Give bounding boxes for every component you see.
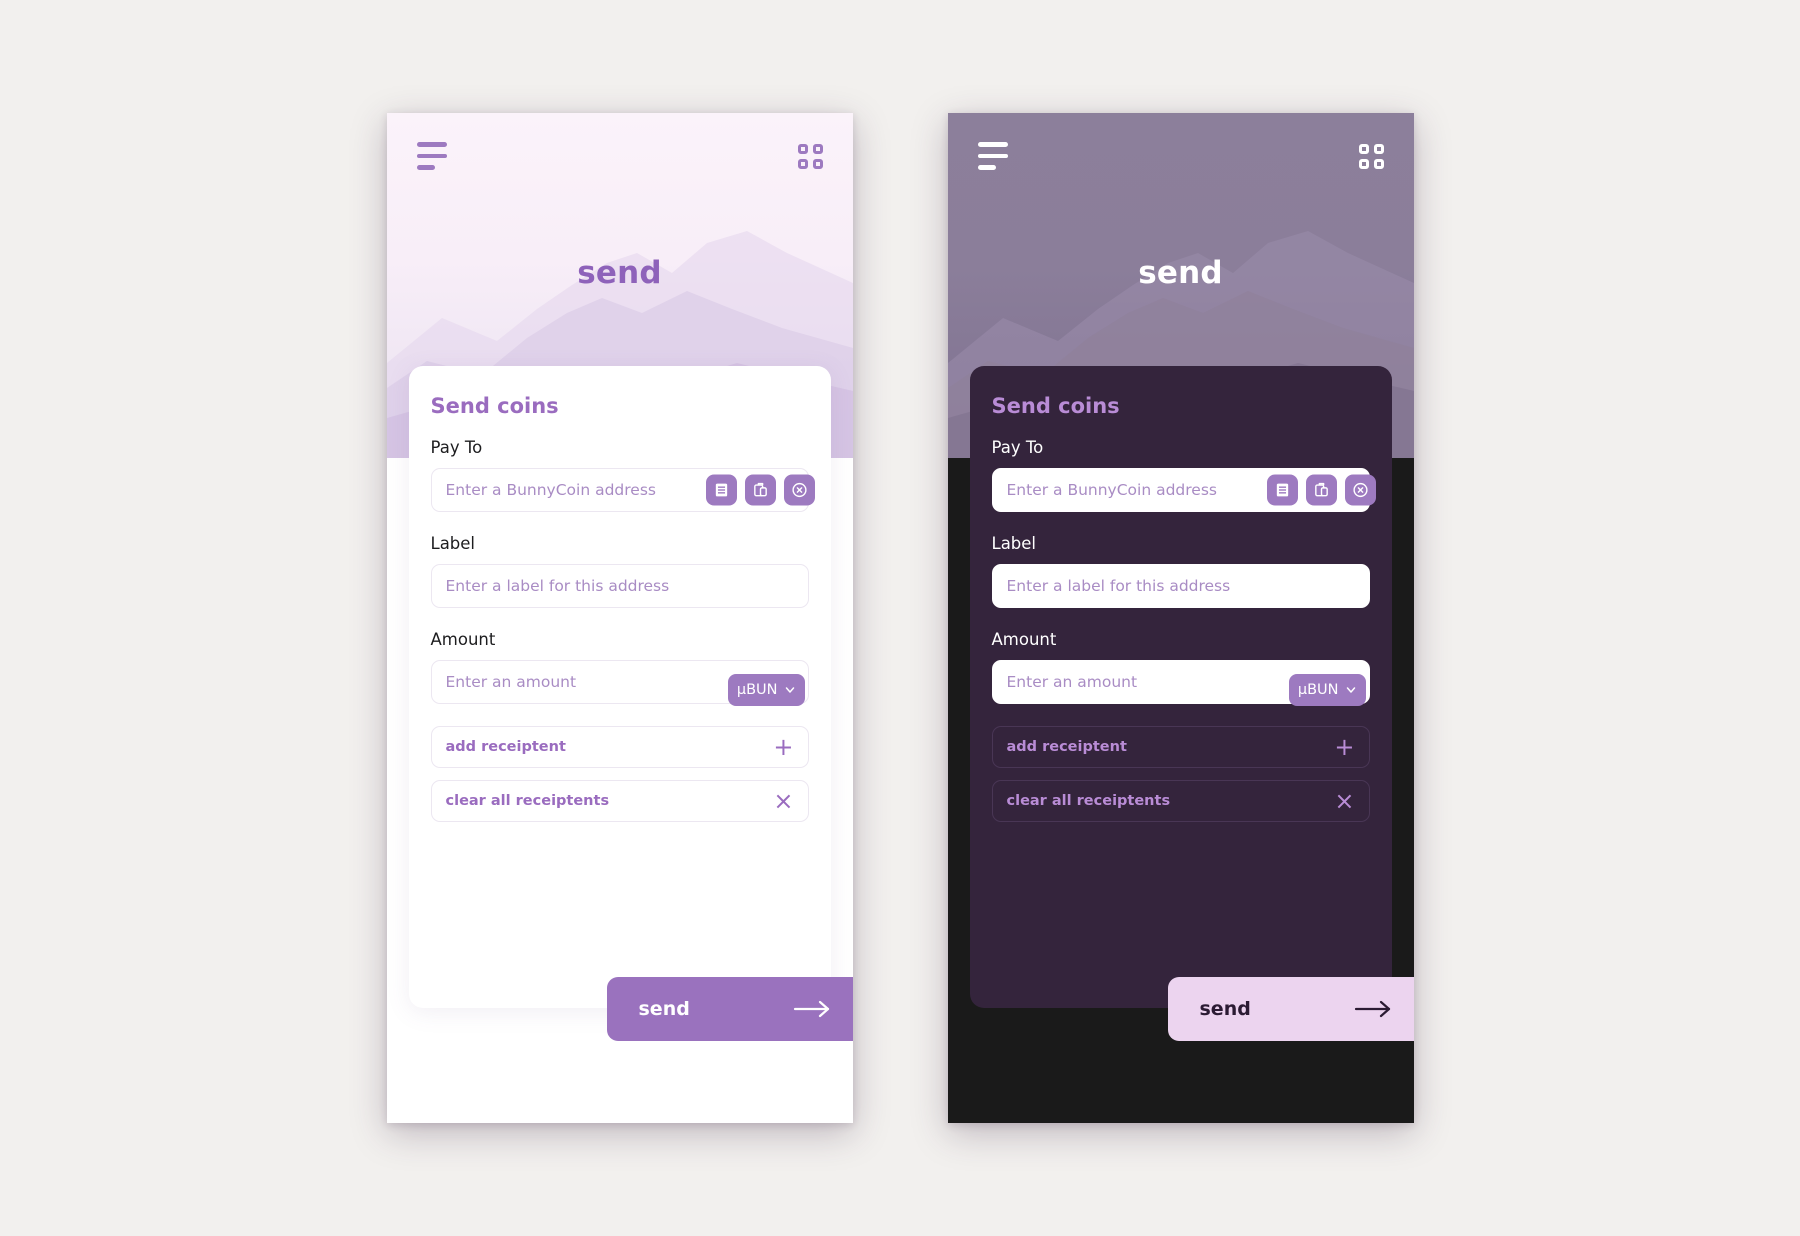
add-recipient-label: add receiptent	[1006, 739, 1127, 755]
menu-line	[977, 142, 1008, 147]
card-title: Send coins	[430, 394, 559, 418]
send-coins-card: Send coins Pay To Enter a BunnyCoin addr…	[408, 366, 831, 1008]
arrow-right-icon	[793, 1000, 829, 1018]
top-bar	[387, 113, 853, 199]
amount-label: Amount	[430, 630, 496, 649]
menu-line	[977, 165, 997, 170]
phone-screen-dark: send Send coins Pay To Enter a BunnyCoin…	[947, 113, 1414, 1123]
page-title: send	[1138, 255, 1223, 291]
add-recipient-button[interactable]: add receiptent +	[991, 726, 1370, 768]
menu-line	[416, 153, 447, 159]
send-button[interactable]: send	[606, 977, 853, 1041]
menu-line	[416, 165, 436, 170]
amount-label: Amount	[991, 630, 1057, 649]
clear-circle-x-icon[interactable]	[783, 474, 815, 506]
hamburger-menu-icon[interactable]	[977, 142, 1008, 170]
chevron-down-icon	[1346, 687, 1355, 693]
currency-value: µBUN	[736, 682, 778, 698]
card-title: Send coins	[991, 394, 1120, 418]
chevron-down-icon	[785, 687, 794, 693]
clear-all-recipients-button[interactable]: clear all receiptents ×	[991, 780, 1370, 822]
label-field-group	[430, 564, 809, 608]
send-button[interactable]: send	[1167, 977, 1414, 1041]
pay-to-label: Pay To	[991, 438, 1044, 457]
close-x-icon: ×	[1334, 787, 1355, 815]
grid-cell	[1373, 158, 1384, 169]
arrow-right-icon	[1354, 1000, 1390, 1018]
grid-cell	[1358, 158, 1369, 169]
amount-field-group: µBUN	[991, 660, 1370, 706]
paste-clipboard-icon[interactable]	[1305, 474, 1337, 506]
send-coins-card: Send coins Pay To Enter a BunnyCoin addr…	[969, 366, 1392, 1008]
grid-cell	[797, 158, 808, 169]
top-bar	[948, 113, 1414, 199]
label-field-label: Label	[430, 534, 476, 553]
currency-value: µBUN	[1297, 682, 1339, 698]
hamburger-menu-icon[interactable]	[416, 142, 447, 170]
label-input[interactable]	[430, 564, 809, 608]
screens-stage: send Send coins Pay To Enter a BunnyCoin…	[0, 0, 1800, 1236]
grid-cell	[812, 143, 823, 154]
currency-select[interactable]: µBUN	[727, 674, 805, 706]
clear-all-label: clear all receiptents	[445, 793, 610, 809]
pay-to-actions	[705, 474, 815, 506]
amount-field-group: µBUN	[430, 660, 809, 706]
grid-cell	[812, 158, 823, 169]
plus-icon: +	[1334, 733, 1355, 761]
send-button-label: send	[1199, 998, 1251, 1020]
pay-to-actions	[1266, 474, 1376, 506]
pay-to-label: Pay To	[430, 438, 483, 457]
label-input[interactable]	[991, 564, 1370, 608]
menu-line	[977, 153, 1008, 159]
grid-cell	[1358, 143, 1369, 154]
pay-to-field-group	[991, 468, 1376, 512]
grid-cell	[1373, 143, 1384, 154]
label-field-group	[991, 564, 1370, 608]
send-button-label: send	[638, 998, 690, 1020]
address-book-icon[interactable]	[705, 474, 737, 506]
label-field-label: Label	[991, 534, 1037, 553]
clear-circle-x-icon[interactable]	[1344, 474, 1376, 506]
add-recipient-button[interactable]: add receiptent +	[430, 726, 809, 768]
clear-all-label: clear all receiptents	[1006, 793, 1171, 809]
add-recipient-label: add receiptent	[445, 739, 566, 755]
grid-apps-icon[interactable]	[1358, 143, 1384, 169]
paste-clipboard-icon[interactable]	[744, 474, 776, 506]
close-x-icon: ×	[773, 787, 794, 815]
grid-cell	[797, 143, 808, 154]
plus-icon: +	[773, 733, 794, 761]
phone-screen-light: send Send coins Pay To Enter a BunnyCoin…	[386, 113, 853, 1123]
grid-apps-icon[interactable]	[797, 143, 823, 169]
menu-line	[416, 142, 447, 147]
clear-all-recipients-button[interactable]: clear all receiptents ×	[430, 780, 809, 822]
pay-to-field-group	[430, 468, 815, 512]
address-book-icon[interactable]	[1266, 474, 1298, 506]
page-title: send	[577, 255, 662, 291]
currency-select[interactable]: µBUN	[1288, 674, 1366, 706]
